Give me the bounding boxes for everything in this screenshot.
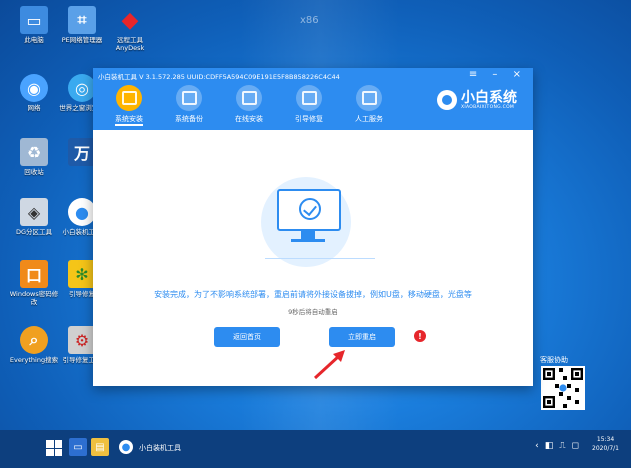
online-install-icon <box>236 85 262 111</box>
window-header: 小白装机工具 V 3.1.572.285 UUID:CDFF5A594C09E1… <box>93 68 533 130</box>
password-tool-icon: 口 <box>20 260 48 288</box>
computer-icon: ▭ <box>20 6 48 34</box>
close-icon[interactable]: × <box>513 69 527 80</box>
xiaobai-logo-icon <box>437 90 457 110</box>
window-title: 小白装机工具 V 3.1.572.285 UUID:CDFF5A594C09E1… <box>98 73 340 81</box>
search-tool-icon: ⌕ <box>20 326 48 354</box>
taskbar-app-label[interactable]: 小白装机工具 <box>139 443 181 453</box>
anydesk-icon: ◆ <box>121 7 139 33</box>
monitor-base <box>291 239 325 242</box>
tab-manual-service[interactable]: 人工服务 <box>347 85 391 124</box>
tab-system-install[interactable]: 系统安装 <box>107 85 151 126</box>
brand-url: XIAOBAIXITONG.COM <box>461 104 515 110</box>
alert-badge: ! <box>414 330 426 342</box>
tray-app-icon[interactable]: ◧ <box>545 441 554 451</box>
clock-time: 15:34 <box>596 436 615 443</box>
install-icon <box>116 85 142 111</box>
backup-icon <box>176 85 202 111</box>
install-complete-message: 安装完成，为了不影响系统部署，重启前请将外接设备拔掉，例如U盘，移动硬盘，光盘等 <box>154 290 472 299</box>
pointer-arrow-icon <box>313 350 345 380</box>
tab-online-install[interactable]: 在线安装 <box>227 85 271 124</box>
desktop-icon-anydesk[interactable]: ◆ 远程工具AnyDesk <box>104 6 156 53</box>
taskbar-clock[interactable]: 15:34 2020/7/1 <box>592 435 619 453</box>
restart-now-button[interactable]: 立即重启 <box>329 327 395 347</box>
boot-repair-icon: ✻ <box>68 260 96 288</box>
monitor-illustration <box>277 189 341 231</box>
brand-logo: 小白系统 XIAOBAIXITONG.COM <box>437 90 517 110</box>
tab-boot-repair[interactable]: 引导修复 <box>287 85 331 124</box>
tray-usb-icon[interactable]: ⎍ <box>559 441 565 451</box>
desktop-icon-password[interactable]: 口 Windows密码修改 <box>8 260 60 306</box>
check-icon <box>299 198 321 220</box>
qr-label: 客服协助 <box>540 356 568 364</box>
tab-system-backup[interactable]: 系统备份 <box>167 85 211 124</box>
window-controls: ≡ – × <box>469 69 527 80</box>
taskbar-desktop-icon[interactable]: ▭ <box>69 438 87 456</box>
file-explorer-icon[interactable]: ▤ <box>91 438 109 456</box>
desktop-icon-pe-network[interactable]: ⌗ PE网络管理器 <box>56 6 108 44</box>
network-icon: ◉ <box>20 74 48 102</box>
qr-code-image <box>543 368 583 408</box>
desktop-icon-network[interactable]: ◉ 网络 <box>8 74 60 112</box>
menu-icon[interactable]: ≡ <box>469 69 483 80</box>
desktop-icon-this-pc[interactable]: ▭ 此电脑 <box>8 6 60 44</box>
desktop-icon-everything[interactable]: ⌕ Everything搜索 <box>8 326 60 364</box>
start-button[interactable] <box>46 440 62 456</box>
clock-date: 2020/7/1 <box>592 445 619 452</box>
disk-tool-icon: ◈ <box>20 198 48 226</box>
tray-display-icon[interactable]: ◻ <box>572 441 579 451</box>
auto-restart-countdown: 9秒后将自动重启 <box>288 308 338 316</box>
illustration-ground <box>265 258 375 259</box>
xiaobai-icon: ● <box>68 198 96 226</box>
qr-code <box>541 366 585 410</box>
arch-watermark: x86 <box>300 15 319 26</box>
minimize-icon[interactable]: – <box>492 69 503 80</box>
recycle-bin-icon: ♻ <box>20 138 48 166</box>
brand-name: 小白系统 <box>461 89 517 106</box>
boot-repair-tab-icon <box>296 85 322 111</box>
tray-expand-icon[interactable]: ‹ <box>535 441 539 451</box>
network-manager-icon: ⌗ <box>68 6 96 34</box>
wan-icon: 万 <box>68 138 96 166</box>
installer-window: 小白装机工具 V 3.1.572.285 UUID:CDFF5A594C09E1… <box>93 68 533 386</box>
taskbar-xiaobai-icon[interactable]: ● <box>119 440 133 454</box>
back-home-button[interactable]: 返回首页 <box>214 327 280 347</box>
boot-fix-tool-icon: ⚙ <box>68 326 96 354</box>
desktop-icon-dg[interactable]: ◈ DG分区工具 <box>8 198 60 236</box>
system-tray: ‹ ◧ ⎍ ◻ <box>535 441 579 451</box>
desktop-icon-recycle-bin[interactable]: ♻ 回收站 <box>8 138 60 176</box>
browser-icon: ◎ <box>68 74 96 102</box>
service-icon <box>356 85 382 111</box>
